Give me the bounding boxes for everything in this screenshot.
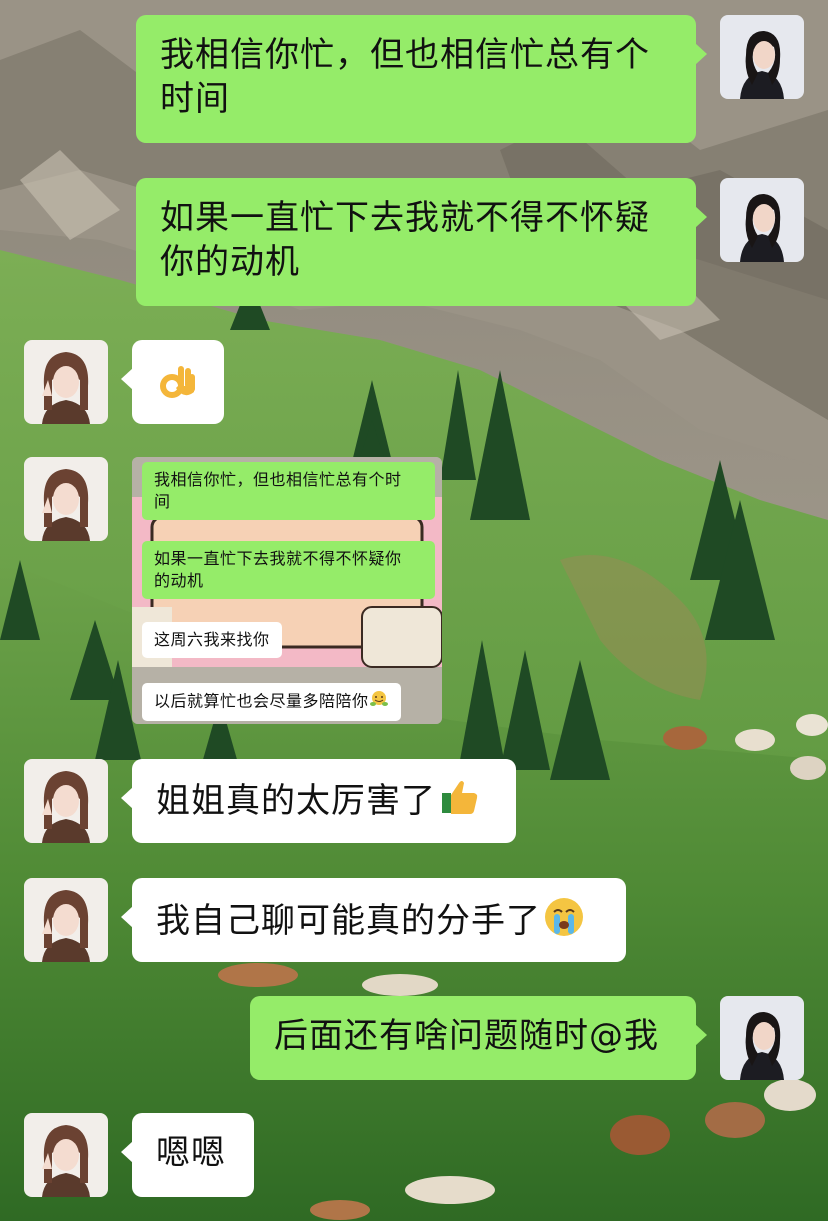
screenshot-message: 这周六我来找你	[142, 622, 282, 658]
screenshot-message: 我相信你忙，但也相信忙总有个时 间	[142, 462, 435, 520]
message-bubble[interactable]: 我自己聊可能真的分手了	[121, 878, 626, 962]
chat-message-list[interactable]: 我相信你忙，但也相信忙总有个 时间 如果一直忙下去我就不得不怀疑 你的动机 我相…	[0, 0, 828, 1221]
my-avatar[interactable]	[720, 15, 804, 99]
message-line: 我相信你忙，但也相信忙总有个	[160, 35, 650, 75]
message-bubble[interactable]: 如果一直忙下去我就不得不怀疑 你的动机	[136, 178, 707, 306]
message-row: 如果一直忙下去我就不得不怀疑 你的动机	[0, 178, 828, 306]
contact-avatar[interactable]	[24, 457, 108, 541]
message-text: 嗯嗯	[156, 1133, 226, 1173]
message-row: 姐姐真的太厉害了	[0, 759, 828, 843]
screenshot-message-line: 如果一直忙下去我就不得不怀疑你	[154, 549, 402, 568]
message-row	[0, 340, 828, 424]
screenshot-message-text: 以后就算忙也会尽量多陪陪你	[154, 691, 369, 711]
thumbs-up-emoji	[440, 777, 480, 828]
crying-face-emoji	[543, 896, 585, 949]
contact-avatar[interactable]	[24, 878, 108, 962]
screenshot-message-line: 的动机	[154, 571, 204, 590]
message-text: 后面还有啥问题随时@我	[274, 1016, 659, 1056]
message-row: 我相信你忙，但也相信忙总有个 时间	[0, 15, 828, 143]
screenshot-message: 以后就算忙也会尽量多陪陪你	[142, 683, 401, 721]
screenshot-message-line: 间	[154, 492, 171, 511]
message-line: 时间	[160, 79, 230, 119]
contact-avatar[interactable]	[24, 1113, 108, 1197]
message-line: 你的动机	[160, 242, 300, 282]
screenshot-message-line: 我相信你忙，但也相信忙总有个时	[154, 470, 402, 489]
chat-screenshot-image[interactable]: 我相信你忙，但也相信忙总有个时 间 如果一直忙下去我就不得不怀疑你 的动机 这周…	[132, 457, 442, 724]
message-row: 嗯嗯	[0, 1113, 828, 1197]
ok-hand-emoji	[158, 362, 198, 413]
message-bubble[interactable]: 我相信你忙，但也相信忙总有个 时间	[136, 15, 707, 143]
message-bubble[interactable]: 嗯嗯	[121, 1113, 254, 1197]
message-bubble[interactable]	[121, 340, 224, 424]
screenshot-message: 如果一直忙下去我就不得不怀疑你 的动机	[142, 541, 435, 599]
message-bubble[interactable]: 后面还有啥问题随时@我	[250, 996, 707, 1080]
hugging-face-emoji	[369, 690, 389, 714]
message-row: 我相信你忙，但也相信忙总有个时 间 如果一直忙下去我就不得不怀疑你 的动机 这周…	[0, 457, 828, 724]
message-line: 如果一直忙下去我就不得不怀疑	[160, 198, 650, 238]
my-avatar[interactable]	[720, 996, 804, 1080]
contact-avatar[interactable]	[24, 340, 108, 424]
message-bubble[interactable]: 姐姐真的太厉害了	[121, 759, 516, 843]
contact-avatar[interactable]	[24, 759, 108, 843]
message-row: 我自己聊可能真的分手了	[0, 878, 828, 962]
message-text: 姐姐真的太厉害了	[156, 781, 436, 821]
message-text: 我自己聊可能真的分手了	[156, 901, 541, 941]
message-row: 后面还有啥问题随时@我	[0, 996, 828, 1080]
my-avatar[interactable]	[720, 178, 804, 262]
